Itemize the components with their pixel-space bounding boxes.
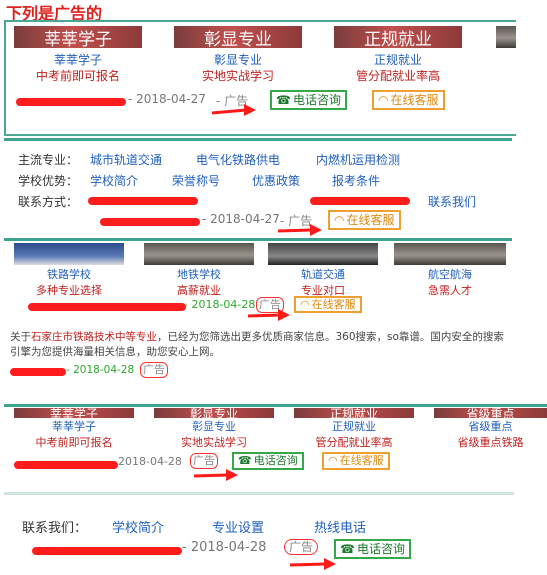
ad1-banner-1: 莘莘学子 — [14, 26, 142, 48]
ad2-link-major-1[interactable]: 城市轨道交通 — [90, 151, 162, 168]
ad2-date: - 2018-04-27 — [202, 212, 280, 226]
ad1-col2-title[interactable]: 彰显专业 — [174, 52, 302, 68]
ad-card-2[interactable]: 主流专业： 城市轨道交通 电气化铁路供电 内燃机运用检测 学校优势： 学校简介 … — [4, 138, 512, 236]
ad2-redacted-url — [100, 218, 200, 226]
ad5-col1-title[interactable]: 莘莘学子 — [14, 419, 134, 435]
ad3-col2-sub[interactable]: 高薪就业 — [144, 283, 254, 299]
ad3-col1-title[interactable]: 铁路学校 — [14, 267, 124, 283]
ad1-online-button[interactable]: ◠ 在线客服 — [372, 90, 445, 110]
ad1-col2-sub[interactable]: 实地实战学习 — [174, 68, 302, 84]
ad-card-1[interactable]: 莘莘学子 彰显专业 正规就业 莘莘学子 中考前即可报名 彰显专业 实地实战学习 … — [4, 20, 516, 136]
ad-card-4[interactable]: 关于石家庄市铁路技术中等专业，已经为您筛选出更多优质商家信息。360搜索，so靠… — [4, 326, 514, 386]
ad6-date: - 2018-04-28 — [182, 540, 267, 555]
ad3-img-4 — [394, 243, 506, 265]
ad2-online-button[interactable]: ◠ 在线客服 — [328, 210, 401, 230]
ad2-link-major-3[interactable]: 内燃机运用检测 — [316, 151, 400, 168]
ad3-img-1 — [14, 243, 124, 265]
ad2-row3-label: 联系方式： — [18, 195, 79, 209]
ad6-link-majors[interactable]: 专业设置 — [212, 517, 264, 536]
ad2-link-adv-2[interactable]: 荣誉称号 — [172, 172, 220, 189]
ad2-row2-label: 学校优势： — [18, 174, 79, 188]
ad5-col2-title[interactable]: 彰显专业 — [154, 419, 274, 435]
ad5-online-button[interactable]: ◠ 在线客服 — [322, 452, 390, 470]
ad5-ad-label: 广告 — [190, 453, 218, 469]
ad5-col4-title[interactable]: 省级重点 — [434, 419, 547, 435]
ad5-col1-sub[interactable]: 中考前即可报名 — [14, 435, 134, 451]
ad5-col4-sub[interactable]: 省级重点铁路 — [434, 435, 547, 451]
ad1-col1-sub[interactable]: 中考前即可报名 — [14, 68, 142, 84]
ad5-banner-4: 省级重点 — [434, 408, 547, 418]
ad3-img-3 — [268, 243, 378, 265]
ad3-col2-title[interactable]: 地铁学校 — [144, 267, 254, 283]
ad2-link-adv-4[interactable]: 报考条件 — [332, 172, 380, 189]
ad1-phone-button[interactable]: ☎ 电话咨询 — [270, 90, 347, 110]
ad4-ad-label: 广告 — [140, 362, 168, 378]
ad5-banner-1: 莘莘学子 — [14, 408, 134, 418]
ad5-col3-title[interactable]: 正规就业 — [294, 419, 414, 435]
ad6-label: 联系我们： — [22, 521, 88, 536]
ad6-link-intro[interactable]: 学校简介 — [112, 517, 164, 536]
headset-icon: ◠ — [334, 213, 345, 227]
ad1-col3-sub[interactable]: 管分配就业率高 — [334, 68, 462, 84]
ad6-redacted-url — [32, 547, 182, 555]
ad5-col2-sub[interactable]: 实地实战学习 — [154, 435, 274, 451]
ad-card-5[interactable]: 莘莘学子 彰显专业 正规就业 省级重点 莘莘学子 中考前即可报名 彰显专业 实地… — [4, 404, 547, 483]
ad2-row1-label: 主流专业： — [18, 153, 79, 167]
ad1-banner-3: 正规就业 — [334, 26, 462, 48]
ad4-redacted-url — [10, 368, 66, 376]
ad5-banner-3: 正规就业 — [294, 408, 414, 418]
ad3-date: - 2018-04-28 — [184, 298, 256, 311]
ad4-text-prefix: 关于 — [10, 331, 31, 343]
ad3-col4-sub[interactable]: 急需人才 — [394, 283, 506, 299]
headset-icon: ◠ — [328, 454, 338, 467]
phone-icon: ☎ — [276, 93, 291, 107]
ad5-date: 2018-04-28 — [118, 455, 182, 468]
ad3-redacted-url — [28, 303, 186, 311]
ad5-col3-sub[interactable]: 管分配就业率高 — [294, 435, 414, 451]
ad-card-3[interactable]: 铁路学校 多种专业选择 地铁学校 高薪就业 轨道交通 专业对口 航空航海 急需人… — [4, 238, 512, 321]
ad2-link-major-2[interactable]: 电气化铁路供电 — [196, 151, 280, 168]
ad6-link-hotline[interactable]: 热线电话 — [314, 517, 366, 536]
ad2-link-adv-1[interactable]: 学校简介 — [90, 172, 138, 189]
ad6-phone-button[interactable]: ☎ 电话咨询 — [334, 539, 411, 559]
ad3-col3-title[interactable]: 轨道交通 — [268, 267, 378, 283]
ad6-ad-label: 广告 — [284, 539, 319, 555]
headset-icon: ◠ — [378, 93, 389, 107]
ad1-redacted-url — [16, 98, 126, 106]
ad2-link-contact[interactable]: 联系我们 — [428, 193, 476, 210]
ad2-link-adv-3[interactable]: 优惠政策 — [252, 172, 300, 189]
ad3-online-button[interactable]: ◠ 在线客服 — [294, 296, 362, 313]
ad1-banner-4 — [496, 26, 516, 48]
ad-card-6[interactable]: 联系我们： 学校简介 专业设置 热线电话 - 2018-04-28 广告 ☎ 电话… — [4, 492, 514, 575]
ad4-text-highlight[interactable]: 石家庄市铁路技术中等专业 — [31, 331, 157, 343]
phone-icon: ☎ — [340, 542, 355, 556]
ad5-redacted-url — [14, 461, 118, 469]
phone-icon: ☎ — [238, 454, 252, 467]
ad1-banner-2: 彰显专业 — [174, 26, 302, 48]
ad2-redacted-phone-1 — [88, 197, 198, 205]
ad1-col3-title[interactable]: 正规就业 — [334, 52, 462, 68]
ad3-col1-sub[interactable]: 多种专业选择 — [14, 283, 124, 299]
ad5-phone-button[interactable]: ☎ 电话咨询 — [232, 452, 304, 470]
ad5-banner-2: 彰显专业 — [154, 408, 274, 418]
ad4-date: - 2018-04-28 — [66, 364, 135, 376]
ad3-img-2 — [144, 243, 254, 265]
ad1-col1-title[interactable]: 莘莘学子 — [14, 52, 142, 68]
ad2-redacted-phone-2 — [310, 197, 410, 205]
headset-icon: ◠ — [300, 298, 310, 311]
ad1-date: - 2018-04-27 — [128, 92, 206, 106]
ad3-col4-title[interactable]: 航空航海 — [394, 267, 506, 283]
